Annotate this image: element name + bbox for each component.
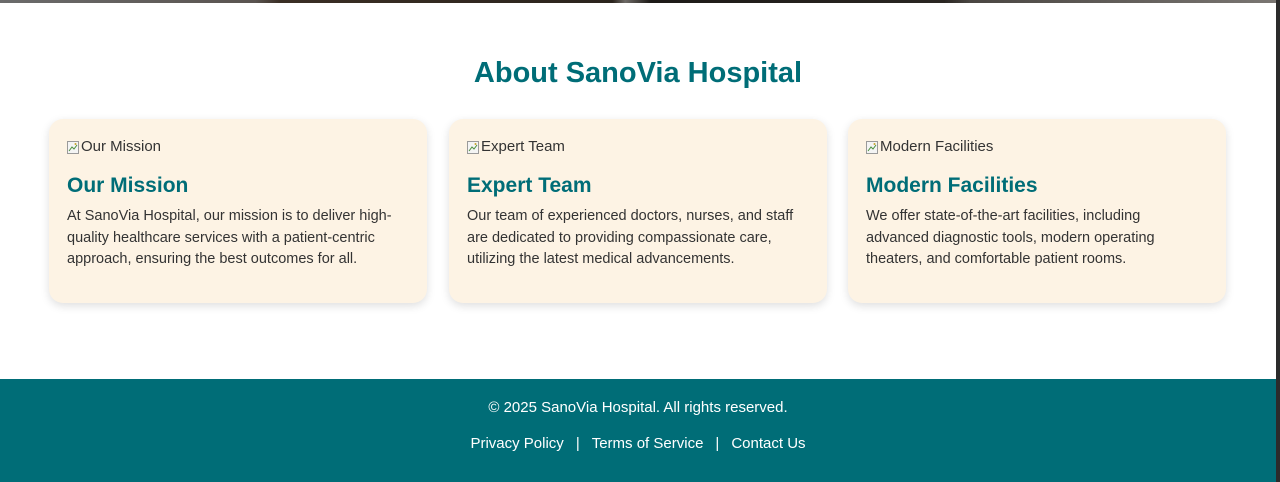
facilities-image-alt: Modern Facilities [880,138,994,155]
card-title: Modern Facilities [866,174,1038,197]
card-title: Expert Team [467,174,592,197]
link-separator: | [575,435,580,452]
team-image: Expert Team [467,137,809,157]
card-text: At SanoVia Hospital, our mission is to d… [67,208,392,267]
privacy-policy-link[interactable]: Privacy Policy [470,435,563,452]
card-text: Our team of experienced doctors, nurses,… [467,208,794,267]
about-card-facilities: Modern Facilities Modern Facilities We o… [848,119,1226,303]
broken-image-icon [866,140,878,154]
site-footer: © 2025 SanoVia Hospital. All rights rese… [0,379,1276,482]
page: About SanoVia Hospital Our Mission Our M… [0,0,1280,482]
contact-us-link[interactable]: Contact Us [731,435,805,452]
terms-of-service-link[interactable]: Terms of Service [592,435,704,452]
facilities-image: Modern Facilities [866,137,1208,157]
copyright-text: © 2025 SanoVia Hospital. All rights rese… [488,399,788,416]
link-separator: | [715,435,720,452]
section-title: About SanoVia Hospital [473,57,803,89]
mission-image-alt: Our Mission [81,138,162,155]
broken-image-icon [467,140,479,154]
footer-links: Privacy Policy | Terms of Service | Contact … [0,435,1276,453]
about-section: About SanoVia Hospital Our Mission Our M… [0,3,1276,379]
scrollbar-thumb[interactable] [1276,0,1280,482]
card-text: We offer state-of-the-art facilities, in… [866,208,1155,267]
broken-image-icon [67,140,79,154]
card-title: Our Mission [67,174,189,197]
about-card-team: Expert Team Expert Team Our team of expe… [449,119,827,303]
about-card-mission: Our Mission Our Mission At SanoVia Hospi… [49,119,427,303]
team-image-alt: Expert Team [481,138,565,155]
mission-image: Our Mission [67,137,409,157]
